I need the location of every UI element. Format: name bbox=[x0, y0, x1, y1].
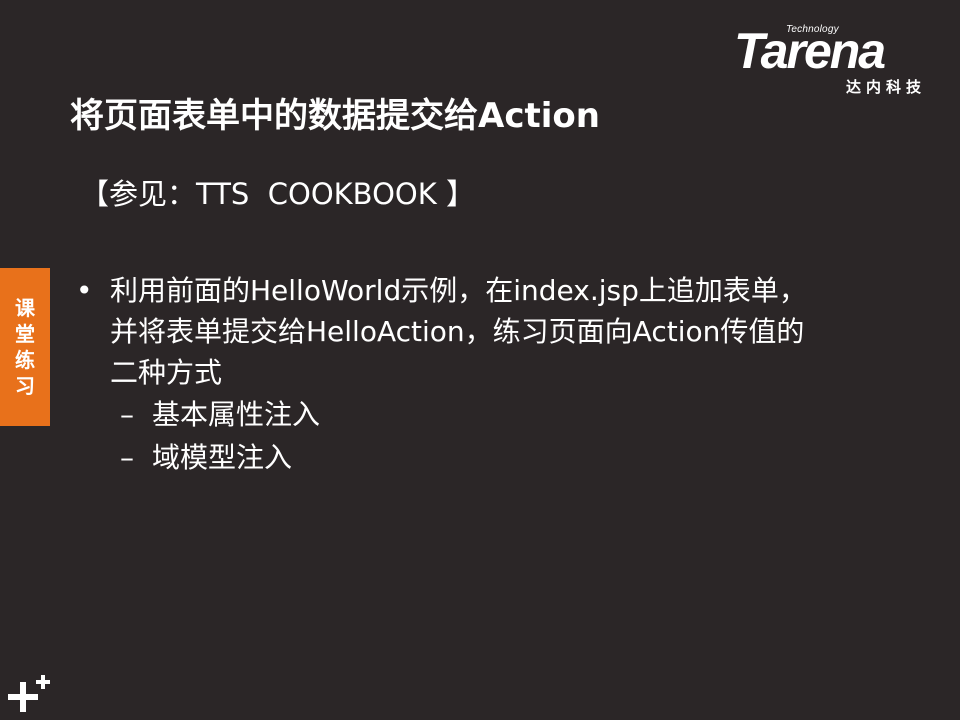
dash-icon: – bbox=[120, 441, 134, 474]
sub-list: – 基本属性注入 – 域模型注入 bbox=[76, 393, 936, 479]
sub-item-attribute-injection: – 基本属性注入 bbox=[76, 393, 936, 436]
bullet-list: • 利用前面的HelloWorld示例，在index.jsp上追加表单， 并将表… bbox=[76, 270, 936, 479]
bullet-item: • 利用前面的HelloWorld示例，在index.jsp上追加表单， 并将表… bbox=[76, 270, 936, 393]
dash-icon: – bbox=[120, 398, 134, 431]
bullet-line: 利用前面的HelloWorld示例，在index.jsp上追加表单， bbox=[110, 274, 807, 307]
sub-item-label: 基本属性注入 bbox=[152, 398, 321, 431]
side-tab-char: 课 bbox=[15, 296, 35, 320]
logo-chinese-text: 达内科技 bbox=[845, 78, 926, 96]
reference-note: 【参见：TTS COOKBOOK 】 bbox=[80, 177, 475, 211]
sub-item-domain-model-injection: – 域模型注入 bbox=[76, 436, 936, 479]
bullet-line: 并将表单提交给HelloAction，练习页面向Action传值的 bbox=[110, 315, 805, 348]
classroom-practice-tab: 课 堂 练 习 bbox=[0, 268, 50, 426]
bullet-dot-icon: • bbox=[76, 274, 93, 307]
bullet-line: 二种方式 bbox=[110, 356, 223, 389]
side-tab-char: 习 bbox=[15, 374, 35, 398]
tarena-logo: Technology Tarena 达内科技 bbox=[732, 24, 932, 98]
logo-wordmark: Tarena bbox=[734, 23, 886, 79]
plus-icon bbox=[8, 675, 50, 712]
sub-item-label: 域模型注入 bbox=[152, 441, 293, 474]
side-tab-char: 堂 bbox=[15, 322, 35, 346]
side-tab-char: 练 bbox=[15, 348, 35, 372]
slide-title: 将页面表单中的数据提交给Action bbox=[70, 96, 600, 136]
